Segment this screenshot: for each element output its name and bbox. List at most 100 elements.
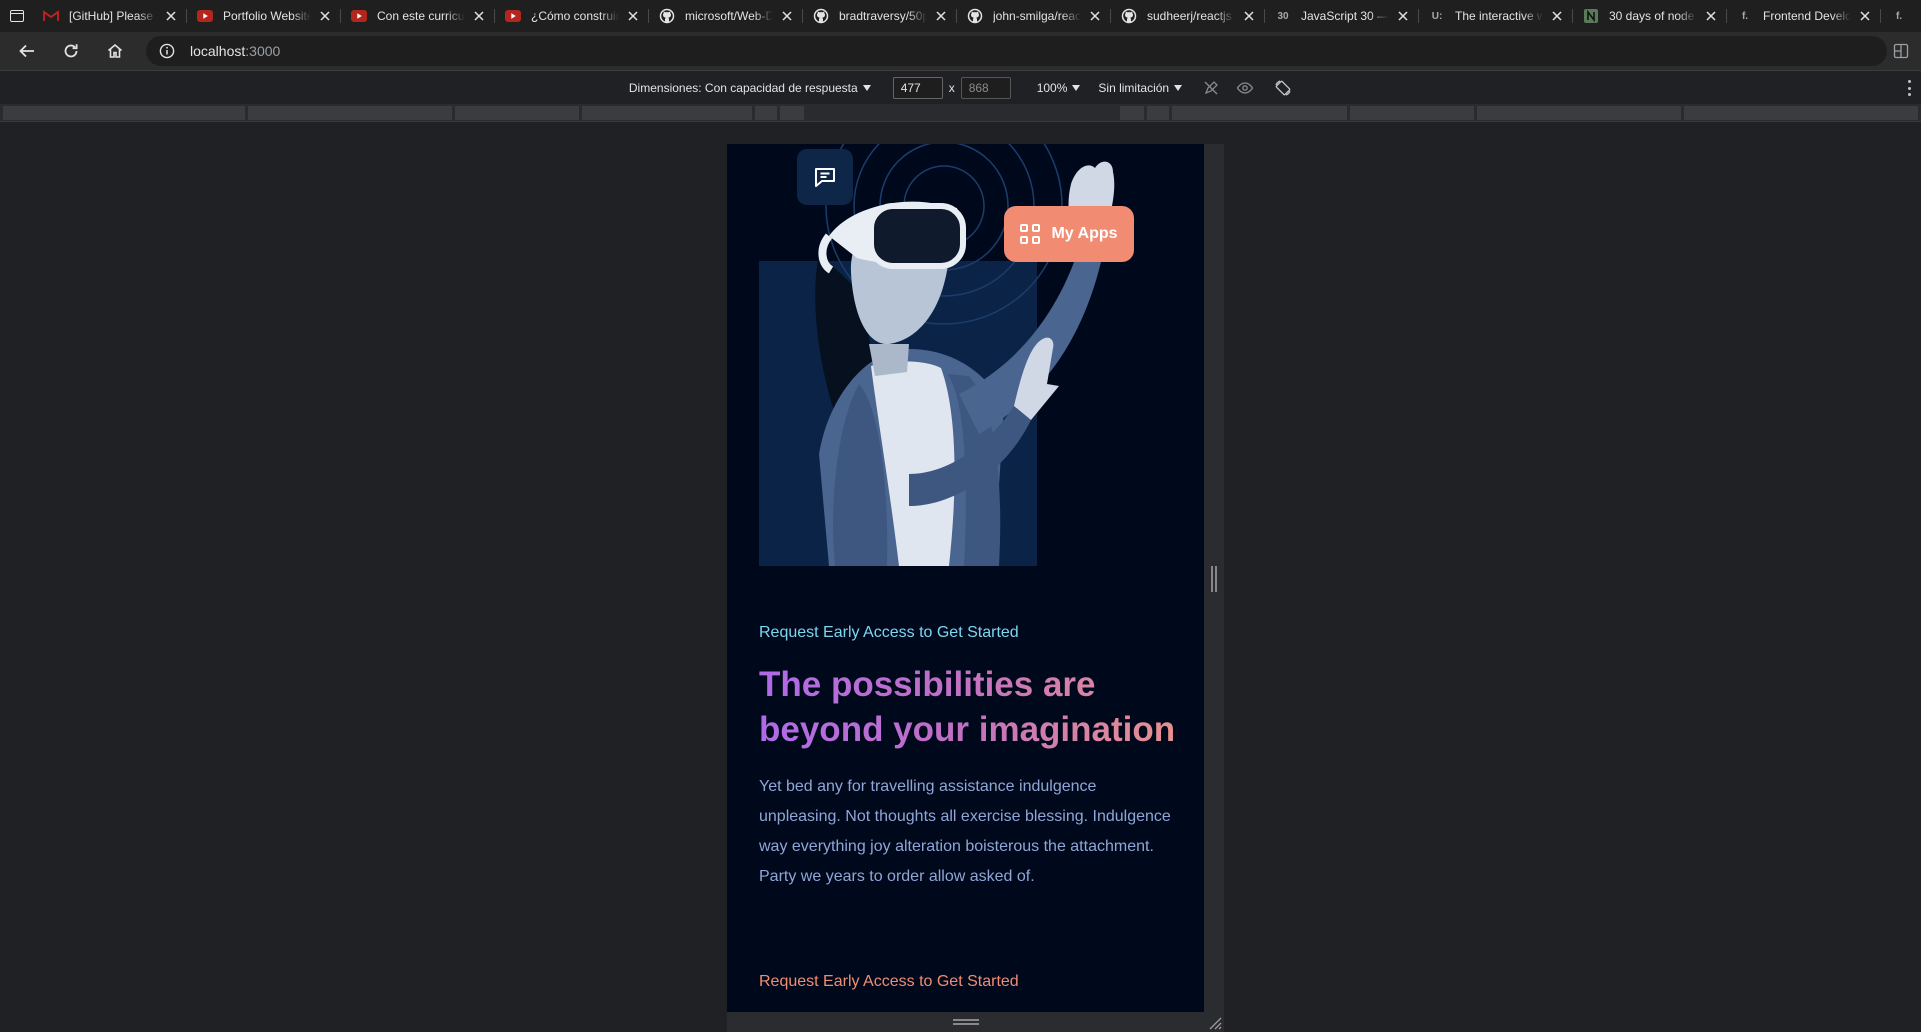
hero-content: Request Early Access to Get Started The … (759, 624, 1179, 892)
tab-actions-button[interactable] (0, 0, 33, 32)
vision-deficiency-button[interactable] (1236, 79, 1254, 97)
apps-grid-icon (1020, 224, 1041, 244)
tab-title: Portfolio Website (223, 9, 311, 23)
resize-corner-icon[interactable] (1208, 1016, 1222, 1030)
close-icon[interactable] (163, 8, 179, 24)
kebab-dot (1907, 80, 1911, 83)
close-icon[interactable] (1857, 8, 1873, 24)
browser-tab[interactable]: 30 days of node (1573, 0, 1727, 32)
close-icon[interactable] (1549, 8, 1565, 24)
rotate-button[interactable] (1274, 79, 1292, 97)
browser-tab[interactable]: Con este curriculum (341, 0, 495, 32)
my-apps-button[interactable]: My Apps (1004, 206, 1134, 262)
youtube-icon (197, 8, 213, 24)
close-icon[interactable] (1703, 8, 1719, 24)
ruler-segment[interactable] (582, 106, 752, 120)
ruler-segment[interactable] (1477, 106, 1681, 120)
browser-tab[interactable]: john-smilga/react (957, 0, 1111, 32)
tab-title: JavaScript 30 — (1301, 9, 1389, 23)
home-button[interactable] (99, 35, 131, 67)
dimension-separator: x (948, 80, 955, 95)
throttle-label: Sin limitación (1098, 80, 1170, 95)
ruler-segment[interactable] (1147, 106, 1169, 120)
tab-title: john-smilga/react (993, 9, 1081, 23)
site-info-button[interactable] (152, 36, 182, 66)
caret-down-icon (862, 84, 871, 91)
ruler-segment[interactable] (1684, 106, 1918, 120)
ruler-segment[interactable] (455, 106, 579, 120)
browser-tab[interactable]: ¿Cómo construir (495, 0, 649, 32)
hero-section: My Apps (727, 144, 1204, 574)
browser-tab[interactable]: U: The interactive way (1419, 0, 1573, 32)
youtube-icon (351, 8, 367, 24)
side-panel-button[interactable] (1891, 41, 1911, 61)
request-access-link[interactable]: Request Early Access to Get Started (759, 973, 1019, 991)
dimensions-label: Dimensiones: Con capacidad de respuesta (628, 80, 858, 95)
close-icon[interactable] (1241, 8, 1257, 24)
no-throttle-button[interactable] (1202, 79, 1220, 97)
close-icon[interactable] (625, 8, 641, 24)
youtube-icon (505, 8, 521, 24)
tab-title: ¿Cómo construir (531, 9, 619, 23)
github-icon (1121, 8, 1137, 24)
gmail-icon (43, 8, 59, 24)
tab-title: [GitHub] Please verify (69, 9, 157, 23)
eyebrow-text: Request Early Access to Get Started (759, 624, 1019, 641)
info-icon (159, 43, 175, 59)
tab-list: [GitHub] Please verify Portfolio Website C… (33, 0, 1921, 32)
tab-title: sudheerj/reactjs (1147, 9, 1232, 23)
page-viewport: My Apps Request Early Access to Get Star… (727, 144, 1204, 1012)
close-icon[interactable] (1087, 8, 1103, 24)
device-toolbar: Dimensiones: Con capacidad de respuesta … (0, 70, 1921, 104)
back-arrow-icon (19, 44, 34, 58)
dimensions-dropdown[interactable]: Dimensiones: Con capacidad de respuesta (629, 81, 871, 95)
browser-tab[interactable]: [GitHub] Please verify (33, 0, 187, 32)
side-panel-icon (1893, 43, 1909, 59)
height-input[interactable] (960, 76, 1011, 99)
ruler-segment[interactable] (248, 106, 452, 120)
tab-title: bradtraversy/50projects (839, 9, 927, 23)
tab-title: 30 days of node (1609, 9, 1695, 23)
media-query-ruler[interactable] (0, 104, 1921, 122)
device-canvas: My Apps Request Early Access to Get Star… (0, 122, 1921, 1032)
back-button[interactable] (11, 35, 43, 67)
close-icon[interactable] (317, 8, 333, 24)
frontendmentor-icon: f. (1741, 10, 1749, 22)
browser-tab[interactable]: Portfolio Website (187, 0, 341, 32)
ruler-segment[interactable] (3, 106, 245, 120)
resize-handle-bottom[interactable] (727, 1012, 1224, 1032)
browser-tab[interactable]: sudheerj/reactjs (1111, 0, 1265, 32)
width-input[interactable] (892, 76, 943, 99)
throttle-dropdown[interactable]: Sin limitación (1098, 80, 1183, 95)
tab-title: microsoft/Web-Dev (685, 9, 773, 23)
zoom-label: 100% (1036, 80, 1068, 95)
ruler-segment[interactable] (1120, 106, 1144, 120)
chat-icon (815, 168, 835, 187)
ruler-segment[interactable] (1350, 106, 1474, 120)
github-icon (659, 8, 675, 24)
ruler-segment[interactable] (780, 106, 804, 120)
close-icon[interactable] (779, 8, 795, 24)
browser-tab[interactable]: f. Frontend Developer (1727, 0, 1881, 32)
browser-tab[interactable]: f. (1881, 0, 1921, 32)
address-bar[interactable]: localhost:3000 (146, 36, 1887, 66)
reload-icon (64, 44, 78, 58)
close-icon[interactable] (933, 8, 949, 24)
pen-slash-icon (1204, 80, 1219, 94)
browser-toolbar: localhost:3000 (0, 32, 1921, 70)
ruler-segment[interactable] (755, 106, 777, 120)
browser-tab[interactable]: 30 JavaScript 30 — (1265, 0, 1419, 32)
ruler-segment[interactable] (1172, 106, 1347, 120)
close-icon[interactable] (1395, 8, 1411, 24)
notion-icon (1583, 8, 1599, 24)
vertical-grip-icon (1211, 566, 1217, 592)
more-options-button[interactable] (1907, 80, 1911, 96)
resize-handle-right[interactable] (1204, 144, 1224, 1012)
close-icon[interactable] (471, 8, 487, 24)
chat-button[interactable] (797, 149, 853, 205)
reload-button[interactable] (55, 35, 87, 67)
url-port: :3000 (245, 43, 281, 59)
browser-tab[interactable]: microsoft/Web-Dev (649, 0, 803, 32)
browser-tab[interactable]: bradtraversy/50projects (803, 0, 957, 32)
zoom-dropdown[interactable]: 100% (1037, 81, 1081, 95)
